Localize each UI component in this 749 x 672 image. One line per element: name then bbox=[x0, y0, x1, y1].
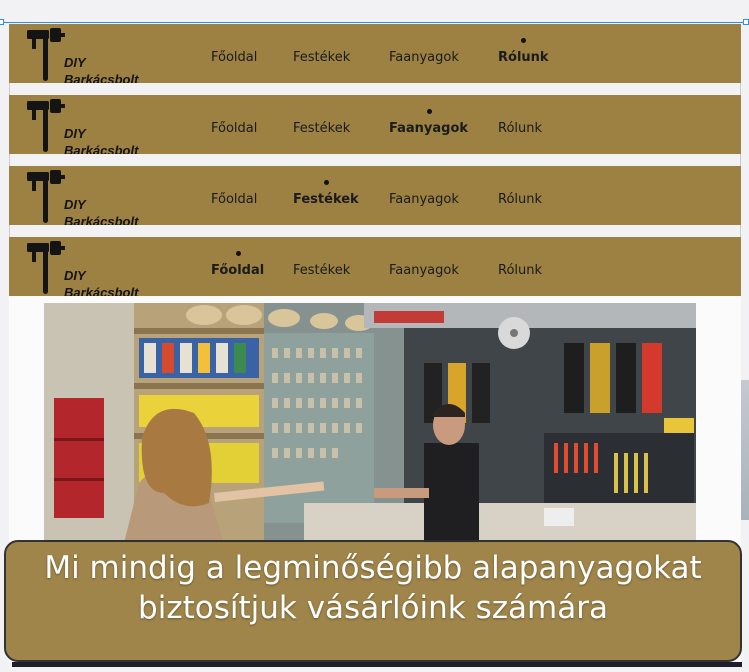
brand-logo[interactable]: DIY Barkácsbolt bbox=[26, 240, 156, 300]
brand-logo[interactable]: DIY Barkácsbolt bbox=[26, 98, 156, 158]
paint-roller-hammer-icon bbox=[27, 170, 65, 223]
paint-roller-hammer-icon bbox=[27, 241, 65, 294]
nav-link-0[interactable]: Főoldal bbox=[211, 121, 257, 136]
paint-roller-hammer-icon bbox=[27, 99, 65, 152]
nav-link-0[interactable]: Főoldal bbox=[211, 251, 264, 278]
navbar: DIY Barkácsbolt Főoldal Festékek Faanyagok Ró… bbox=[9, 95, 741, 158]
nav-link-0[interactable]: Főoldal bbox=[211, 192, 257, 207]
brand-line1: DIY bbox=[64, 55, 86, 70]
nav-link-1[interactable]: Festékek bbox=[293, 263, 350, 278]
frame-separator bbox=[9, 154, 741, 166]
guide-handle-right[interactable] bbox=[743, 19, 749, 25]
nav-link-3[interactable]: Rólunk bbox=[498, 263, 542, 278]
nav-link-1[interactable]: Festékek bbox=[293, 50, 350, 65]
navbar: DIY Barkácsbolt Főoldal Festékek Faanyagok Ró… bbox=[9, 24, 741, 87]
navbar: DIY Barkácsbolt Főoldal Festékek Faanyagok Ró… bbox=[9, 166, 741, 229]
nav-link-2[interactable]: Faanyagok bbox=[389, 50, 459, 65]
nav-link-2[interactable]: Faanyagok bbox=[389, 263, 459, 278]
nav-link-1[interactable]: Festékek bbox=[293, 121, 350, 136]
navbar: DIY Barkácsbolt Főoldal Festékek Faanyagok Ró… bbox=[9, 237, 741, 300]
hero-headline: Mi mindig a legminőségibb alapanyagokat … bbox=[4, 548, 742, 628]
side-peek-panel bbox=[741, 380, 749, 520]
hero-headline-line2: biztosítjuk vásárlóink számára bbox=[138, 590, 608, 626]
nav-link-3[interactable]: Rólunk bbox=[498, 121, 542, 136]
nav-link-0[interactable]: Főoldal bbox=[211, 50, 257, 65]
frame-separator bbox=[9, 225, 741, 237]
bottom-bar bbox=[12, 662, 742, 667]
frame-separator bbox=[9, 83, 741, 95]
nav-link-3[interactable]: Rólunk bbox=[498, 38, 549, 65]
nav-link-2[interactable]: Faanyagok bbox=[389, 192, 459, 207]
guide-handle-left[interactable] bbox=[0, 19, 4, 25]
brand-line1: DIY bbox=[64, 268, 86, 283]
brand-line1: DIY bbox=[64, 197, 86, 212]
brand-line1: DIY bbox=[64, 126, 86, 141]
brand-logo[interactable]: DIY Barkácsbolt bbox=[26, 27, 156, 87]
hero-headline-line1: Mi mindig a legminőségibb alapanyagokat bbox=[44, 550, 702, 586]
paint-roller-hammer-icon bbox=[27, 28, 65, 81]
nav-link-3[interactable]: Rólunk bbox=[498, 192, 542, 207]
nav-link-2[interactable]: Faanyagok bbox=[389, 109, 468, 136]
brand-logo[interactable]: DIY Barkácsbolt bbox=[26, 169, 156, 229]
hero-store-photo bbox=[44, 303, 696, 543]
canvas-guide-line bbox=[0, 22, 749, 23]
nav-link-1[interactable]: Festékek bbox=[293, 180, 359, 207]
